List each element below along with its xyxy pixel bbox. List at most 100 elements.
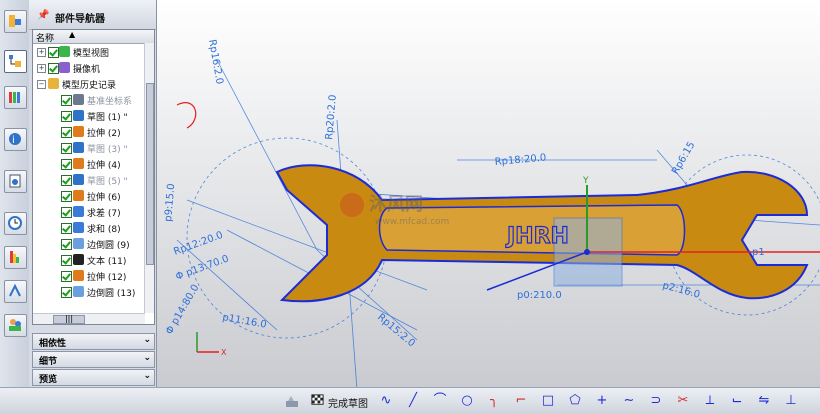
- part-tree: 名称 ▲ + 模型视图 + 摄像机 − 模型历史记录 基准坐标系草图 (1) " 拉伸 (2)…: [32, 29, 155, 325]
- point-icon[interactable]: +: [594, 393, 610, 409]
- fillet-icon[interactable]: ╮: [486, 393, 502, 409]
- sketch-icon[interactable]: [284, 393, 300, 409]
- feature-visibility-checkbox[interactable]: [61, 223, 72, 234]
- feature-visibility-checkbox[interactable]: [61, 255, 72, 266]
- extend-icon[interactable]: ⟂: [702, 393, 718, 409]
- node-checkbox[interactable]: [48, 47, 59, 58]
- sketch-icon: [73, 110, 84, 121]
- column-header-name[interactable]: 名称 ▲: [33, 30, 154, 44]
- arc-icon[interactable]: ⌒: [432, 393, 448, 409]
- tree-node[interactable]: 拉伸 (4): [33, 156, 143, 172]
- web-browser-icon[interactable]: i: [4, 128, 27, 151]
- tree-node[interactable]: 草图 (3) ": [33, 140, 143, 156]
- tree-node[interactable]: 求差 (7): [33, 204, 143, 220]
- tree-node-label: 草图 (1) ": [87, 113, 128, 123]
- tree-node-label: 模型视图: [73, 49, 110, 59]
- reuse-library-icon[interactable]: [4, 86, 27, 109]
- node-checkbox[interactable]: [48, 63, 59, 74]
- tree-node[interactable]: + 模型视图: [33, 44, 143, 60]
- feature-visibility-checkbox[interactable]: [61, 271, 72, 282]
- feature-visibility-checkbox[interactable]: [61, 143, 72, 154]
- tree-node[interactable]: 草图 (1) ": [33, 108, 143, 124]
- assembly-navigator-icon[interactable]: [4, 10, 27, 33]
- dim-p1: p1: [752, 247, 765, 258]
- feature-visibility-checkbox[interactable]: [61, 207, 72, 218]
- polygon-icon[interactable]: ⬠: [567, 393, 583, 409]
- tree-node[interactable]: 求和 (8): [33, 220, 143, 236]
- extrude-icon: [73, 190, 84, 201]
- finish-sketch-button[interactable]: 完成草图: [328, 395, 368, 410]
- panel-preview[interactable]: 预览 ⌄: [32, 369, 155, 386]
- tree-node[interactable]: 拉伸 (2): [33, 124, 143, 140]
- extrude-icon: [73, 158, 84, 169]
- tree-node[interactable]: 草图 (5) ": [33, 172, 143, 188]
- finish-flag-icon[interactable]: [310, 393, 325, 408]
- trim-icon[interactable]: ✂: [675, 393, 691, 409]
- expand-icon[interactable]: +: [37, 64, 46, 73]
- column-name-label: 名称: [36, 34, 55, 44]
- clock-icon[interactable]: [4, 212, 27, 235]
- circle-icon[interactable]: ○: [459, 393, 475, 409]
- feature-visibility-checkbox[interactable]: [61, 111, 72, 122]
- feature-visibility-checkbox[interactable]: [61, 175, 72, 186]
- tree-node-label: 求和 (8): [87, 225, 121, 235]
- history-icon[interactable]: [4, 170, 27, 193]
- part-navigator: 📌 部件导航器 名称 ▲ + 模型视图 + 摄像机 − 模型历史记录 基准坐标系草图 (1)…: [29, 0, 157, 387]
- dim-p2: p2:16.0: [661, 280, 701, 301]
- tree-node-label: 求差 (7): [87, 209, 121, 219]
- chamfer-icon[interactable]: ⌐: [513, 393, 529, 409]
- corner-icon[interactable]: ⌙: [729, 393, 745, 409]
- extrude-icon: [73, 126, 84, 137]
- folder-icon: [48, 78, 59, 89]
- offset-curve-icon[interactable]: ⊃: [648, 393, 664, 409]
- tree-node[interactable]: 拉伸 (12): [33, 268, 143, 284]
- pin-icon[interactable]: 📌: [37, 10, 49, 21]
- navigator-title: 部件导航器: [55, 14, 105, 25]
- panel-details[interactable]: 细节 ⌄: [32, 351, 155, 368]
- tree-node[interactable]: 边倒圆 (13): [33, 284, 143, 300]
- roles-icon[interactable]: [4, 314, 27, 337]
- feature-visibility-checkbox[interactable]: [61, 191, 72, 202]
- tree-vertical-scrollbar[interactable]: [144, 43, 154, 313]
- datum-csys-icon: [73, 94, 84, 105]
- feature-visibility-checkbox[interactable]: [61, 159, 72, 170]
- tree-node-label: 模型历史记录: [62, 81, 117, 91]
- part-navigator-icon[interactable]: [4, 50, 27, 73]
- panel-preview-label: 预览: [39, 375, 58, 385]
- panel-dependencies[interactable]: 相依性 ⌄: [32, 333, 155, 350]
- tree-node[interactable]: + 摄像机: [33, 60, 143, 76]
- annotation-stroke: [176, 102, 197, 129]
- line-icon[interactable]: ╱: [405, 393, 421, 409]
- tree-node[interactable]: − 模型历史记录: [33, 76, 143, 92]
- graphics-window[interactable]: Y JHRH Rp16:2.0 Rp20:2.0 Rp18:20.0 Rp6:1…: [157, 0, 820, 387]
- feature-visibility-checkbox[interactable]: [61, 239, 72, 250]
- sketch-toolbar: 完成草图 ∿ ╱ ⌒ ○ ╮ ⌐ □ ⬠ + ∼ ⊃ ✂ ⟂ ⌙ ⇋ ⊥: [0, 387, 820, 414]
- feature-visibility-checkbox[interactable]: [61, 127, 72, 138]
- tree-node[interactable]: 文本 (11): [33, 252, 143, 268]
- tree-horizontal-scrollbar[interactable]: |||: [33, 313, 145, 324]
- dim-p0: p0:210.0: [517, 290, 562, 301]
- dim-rp6: Rp6:15: [670, 140, 697, 176]
- profile-icon[interactable]: ∿: [378, 393, 394, 409]
- tree-node[interactable]: 拉伸 (6): [33, 188, 143, 204]
- rectangle-icon[interactable]: □: [540, 393, 556, 409]
- tree-node[interactable]: 边倒圆 (9): [33, 236, 143, 252]
- resource-bar: i: [0, 0, 30, 413]
- tree-node-label: 边倒圆 (13): [87, 289, 136, 299]
- expand-icon[interactable]: +: [37, 48, 46, 57]
- subtract-icon: [73, 206, 84, 217]
- tree-node-label: 文本 (11): [87, 257, 127, 267]
- palette-icon[interactable]: [4, 246, 27, 269]
- collapse-icon[interactable]: −: [37, 80, 46, 89]
- extrude-icon: [73, 270, 84, 281]
- feature-visibility-checkbox[interactable]: [61, 95, 72, 106]
- constraints-icon[interactable]: ⊥: [783, 393, 799, 409]
- dim-rp18: Rp18:20.0: [494, 153, 546, 168]
- mirror-icon[interactable]: ⇋: [756, 393, 772, 409]
- process-studio-icon[interactable]: [4, 280, 27, 303]
- edge-blend-icon: [73, 238, 84, 249]
- panel-details-label: 细节: [39, 357, 58, 367]
- studio-spline-icon[interactable]: ∼: [621, 393, 637, 409]
- tree-node[interactable]: 基准坐标系: [33, 92, 143, 108]
- feature-visibility-checkbox[interactable]: [61, 287, 72, 298]
